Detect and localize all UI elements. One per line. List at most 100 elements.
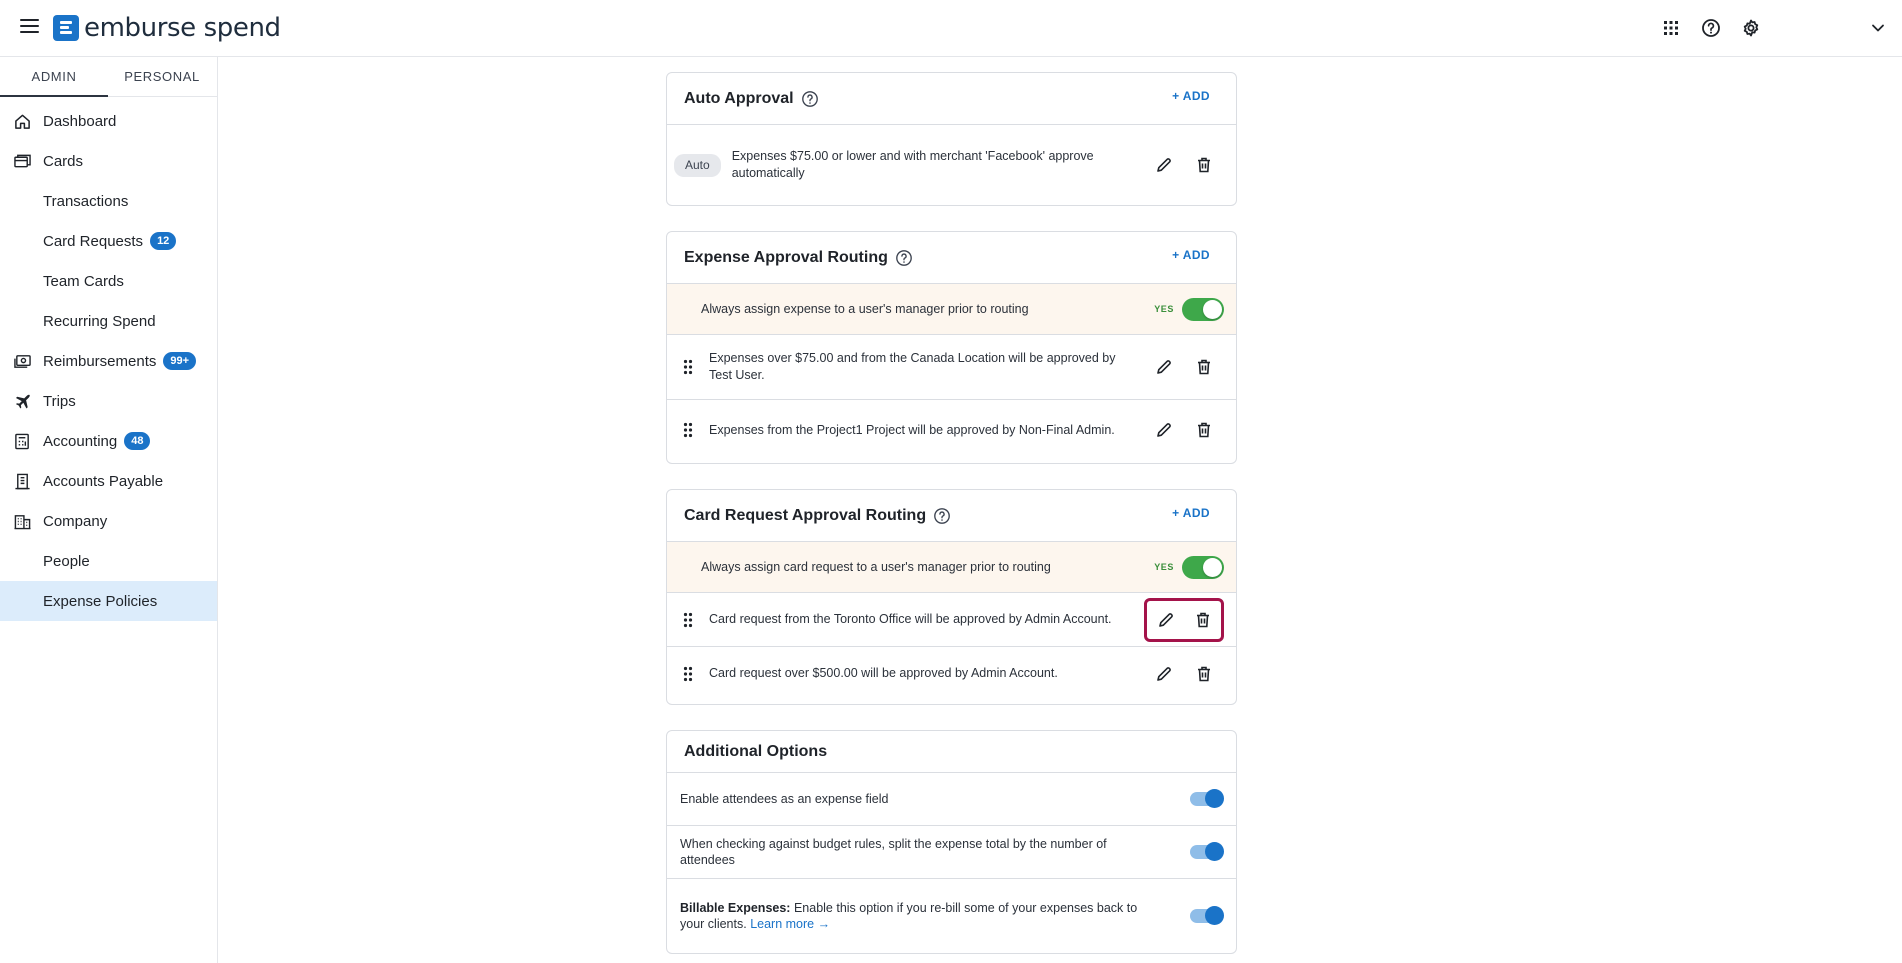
add-card-routing-button[interactable]: + ADD [1172,506,1210,520]
sidebar-item-expense-policies[interactable]: Expense Policies [0,581,217,621]
calculator-icon [15,433,29,450]
option-text: Billable Expenses: Enable this option if… [680,900,1156,932]
section-title: Additional Options [684,742,828,760]
top-bar: emburse spend [0,0,1902,57]
rule-text: Card request over $500.00 will be approv… [709,666,1058,680]
row-actions [1144,408,1224,452]
edit-pencil-icon[interactable] [1155,358,1173,376]
row-actions [1144,345,1224,389]
sidebar-item-label: Transactions [43,192,129,210]
settings-gear-icon[interactable] [1739,16,1763,40]
tab-admin[interactable]: ADMIN [0,57,108,97]
billable-expenses-toggle[interactable] [1190,906,1224,925]
setting-label: Always assign expense to a user's manage… [701,301,1029,316]
account-chevron-down-icon[interactable] [1866,16,1890,40]
option-row: When checking against budget rules, spli… [667,826,1236,879]
toggle-value-label: YES [1154,303,1174,314]
card-header: Card Request Approval Routing + ADD [667,490,1236,542]
attendees-field-toggle[interactable] [1190,789,1224,808]
sidebar-item-label: Card Requests [43,232,144,250]
sidebar-item-trips[interactable]: Trips [0,381,217,421]
delete-trash-icon[interactable] [1195,358,1213,376]
count-badge: 99+ [163,352,197,370]
drag-handle-icon[interactable] [683,422,693,438]
sidebar-item-label: Dashboard [43,112,117,130]
sidebar-item-company[interactable]: Company [0,501,217,541]
sidebar-item-label: Accounts Payable [43,472,164,490]
sidebar-item-transactions[interactable]: Transactions [0,181,217,221]
sidebar-nav: Dashboard Cards Transactions Card Reques… [0,97,217,621]
edit-pencil-icon[interactable] [1157,611,1175,629]
sidebar-item-accounting[interactable]: Accounting 48 [0,421,217,461]
rule-text: Expenses over $75.00 and from the Canada… [709,351,1116,382]
delete-trash-icon[interactable] [1195,665,1213,683]
learn-more-link[interactable]: Learn more → [750,917,830,931]
sidebar-item-cards[interactable]: Cards [0,141,217,181]
manager-routing-toggle[interactable] [1182,555,1224,579]
section-title: Card Request Approval Routing [684,506,927,524]
help-icon[interactable] [895,249,913,267]
routing-rule-row: Expenses from the Project1 Project will … [667,400,1236,460]
option-row: Enable attendees as an expense field [667,773,1236,826]
card-header: Expense Approval Routing + ADD [667,232,1236,284]
delete-trash-icon[interactable] [1194,611,1212,629]
help-icon[interactable] [801,90,819,108]
toggle-value-label: YES [1154,561,1174,572]
sidebar-item-label: Reimbursements [43,352,157,370]
setting-label: Always assign card request to a user's m… [701,559,1051,574]
manager-routing-toggle[interactable] [1182,297,1224,321]
card-header: Auto Approval + ADD [667,73,1236,125]
split-by-attendees-toggle[interactable] [1190,842,1224,861]
routing-rule-row: Card request from the Toronto Office wil… [667,593,1236,647]
sidebar-item-label: Expense Policies [43,592,158,610]
count-badge: 48 [124,432,151,450]
auto-approval-rule-row: Auto Expenses $75.00 or lower and with m… [667,125,1236,205]
brand-logo[interactable]: emburse spend [53,13,281,43]
sidebar-item-team-cards[interactable]: Team Cards [0,261,217,301]
delete-trash-icon[interactable] [1195,156,1213,174]
rule-text: Card request from the Toronto Office wil… [709,612,1112,626]
edit-pencil-icon[interactable] [1155,421,1173,439]
rule-text: Expenses $75.00 or lower and with mercha… [731,149,1094,180]
add-auto-approval-button[interactable]: + ADD [1172,89,1210,103]
card-request-approval-routing-card: Card Request Approval Routing + ADD Alwa… [666,489,1237,705]
menu-icon[interactable] [20,19,39,35]
drag-handle-icon[interactable] [683,666,693,682]
rule-text: Expenses from the Project1 Project will … [709,422,1115,437]
sidebar-item-people[interactable]: People [0,541,217,581]
count-badge: 12 [150,232,177,250]
sidebar-item-label: Trips [43,392,76,410]
sidebar-item-accounts-payable[interactable]: Accounts Payable [0,461,217,501]
card-header: Additional Options [667,731,1236,773]
sidebar-item-reimbursements[interactable]: Reimbursements 99+ [0,341,217,381]
row-actions [1144,652,1224,696]
sidebar-item-label: Team Cards [43,272,124,290]
drag-handle-icon[interactable] [683,612,693,628]
sidebar-item-recurring-spend[interactable]: Recurring Spend [0,301,217,341]
sidebar-item-dashboard[interactable]: Dashboard [0,101,217,141]
auto-chip: Auto [674,153,721,177]
help-icon[interactable] [1699,16,1723,40]
edit-pencil-icon[interactable] [1155,665,1173,683]
routing-rule-row: Expenses over $75.00 and from the Canada… [667,335,1236,400]
routing-rule-row: Card request over $500.00 will be approv… [667,647,1236,700]
apps-grid-icon[interactable] [1659,16,1683,40]
drag-handle-icon[interactable] [683,359,693,375]
emburse-logo-icon [53,15,79,41]
sidebar-item-label: Recurring Spend [43,312,156,330]
add-expense-routing-button[interactable]: + ADD [1172,248,1210,262]
help-icon[interactable] [933,507,951,525]
sidebar: ADMIN PERSONAL Dashboard Cards Transacti… [0,57,218,963]
sidebar-item-card-requests[interactable]: Card Requests 12 [0,221,217,261]
option-text: Enable attendees as an expense field [680,792,889,806]
option-label: Billable Expenses: [680,901,791,915]
sidebar-item-label: Accounting [43,432,118,450]
row-actions-highlighted [1144,597,1224,642]
option-text: When checking against budget rules, spli… [680,837,1107,867]
cards-icon [14,154,31,168]
edit-pencil-icon[interactable] [1155,156,1173,174]
tab-personal[interactable]: PERSONAL [108,57,216,96]
expense-approval-routing-card: Expense Approval Routing + ADD Always as… [666,231,1237,464]
delete-trash-icon[interactable] [1195,421,1213,439]
plane-icon [15,394,30,409]
